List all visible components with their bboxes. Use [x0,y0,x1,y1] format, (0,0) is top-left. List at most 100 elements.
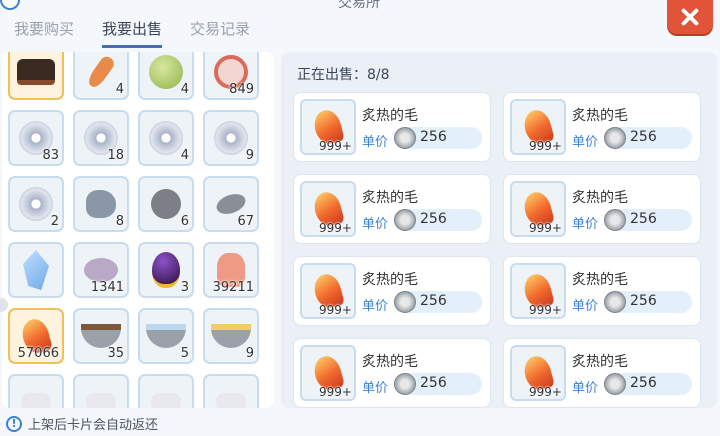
price-label: 单价 [362,381,389,396]
inventory-slot[interactable]: 83 [8,110,64,166]
inventory-slot[interactable]: 18 [73,110,129,166]
listing-count: 999+ [529,221,562,235]
inventory-slot[interactable] [203,374,259,408]
item-count: 5 [180,346,189,361]
inventory-slot[interactable] [8,242,64,298]
listing-name: 炙热的毛 [362,190,418,206]
item-count: 9 [245,346,254,361]
inventory-slot[interactable]: 6 [138,176,194,232]
notice-text: 上架后卡片会自动返还 [28,418,159,433]
tab-bar: 我要购买 我要出售 交易记录 [14,18,250,48]
listing-card[interactable]: 999+ 炙热的毛 单价 256 [293,338,491,408]
item-count: 57066 [17,346,59,361]
listing-count: 999+ [319,139,352,153]
misc-icon [151,393,181,408]
listing-name: 炙热的毛 [572,354,628,370]
egg-icon [152,252,180,288]
listing-name: 炙热的毛 [362,272,418,288]
inventory-slot[interactable]: 9 [203,110,259,166]
inventory-slot[interactable]: 35 [73,308,129,364]
price-label: 单价 [572,299,599,314]
listing-card[interactable]: 999+ 炙热的毛 单价 256 [503,92,701,162]
listing-card[interactable]: 999+ 炙热的毛 单价 256 [503,338,701,408]
inventory-slot[interactable]: 57066 [8,308,64,364]
inventory-slot[interactable]: 849 [203,52,259,100]
info-icon: ! [6,415,22,432]
listing-price: 256 [630,211,657,227]
selling-panel: 正在出售：8/8 999+ 炙热的毛 单价 256 999+ 炙热的毛 单价 256 999+ 炙… [281,52,717,408]
listing-price: 256 [630,375,657,391]
inventory-slot[interactable] [8,374,64,408]
item-count: 83 [42,148,59,163]
coin-icon [394,127,416,149]
selling-header: 正在出售：8/8 [297,67,390,83]
inventory-slot[interactable]: 5 [138,308,194,364]
listing-name: 炙热的毛 [572,272,628,288]
inventory-slot[interactable]: 4 [73,52,129,100]
inventory-slot[interactable]: 4 [138,110,194,166]
listing-count: 999+ [529,385,562,399]
item-count: 35 [107,346,124,361]
coin-icon [394,373,416,395]
price-label: 单价 [572,135,599,150]
item-count: 4 [180,82,189,97]
tab-sell[interactable]: 我要出售 [102,18,163,48]
carrot-icon [85,54,117,90]
listing-count: 999+ [319,221,352,235]
inventory-slot[interactable]: 2 [8,176,64,232]
inventory-slot[interactable]: 1341 [73,242,129,298]
listing-item-box: 999+ [510,181,566,237]
item-count: 1341 [90,280,124,295]
listing-count: 999+ [529,303,562,317]
coin-icon [604,209,626,231]
listing-card[interactable]: 999+ 炙热的毛 单价 256 [293,92,491,162]
listing-item-box: 999+ [300,181,356,237]
inventory-slot[interactable] [138,374,194,408]
listing-card[interactable]: 999+ 炙热的毛 单价 256 [503,174,701,244]
listing-price: 256 [630,129,657,145]
inventory-slot[interactable]: 8 [73,176,129,232]
inventory-slot[interactable]: 67 [203,176,259,232]
inventory-slot[interactable]: 4 [138,52,194,100]
inventory-slot[interactable] [8,52,64,100]
tab-buy[interactable]: 我要购买 [14,18,74,48]
listing-price: 256 [420,211,447,227]
listing-item-box: 999+ [300,345,356,401]
price-label: 单价 [362,299,389,314]
listing-count: 999+ [529,139,562,153]
title-bar: 交易所 [0,0,720,11]
inventory-slot[interactable]: 9 [203,308,259,364]
item-count: 6 [180,214,189,229]
disc-icon [214,121,248,155]
listing-item-box: 999+ [510,345,566,401]
notice-bar: ! 上架后卡片会自动返还 [6,414,158,433]
crystal-icon [23,250,49,290]
coin-icon [604,291,626,313]
item-count: 849 [229,82,254,97]
listing-card[interactable]: 999+ 炙热的毛 单价 256 [293,256,491,326]
rock-icon [86,190,116,218]
item-count: 39211 [212,280,254,295]
listing-card[interactable]: 999+ 炙热的毛 单价 256 [503,256,701,326]
info-icon[interactable] [0,0,20,10]
listing-item-box: 999+ [510,263,566,319]
close-button[interactable] [667,0,713,34]
tab-history[interactable]: 交易记录 [190,18,250,48]
misc-icon [86,393,116,408]
window-title: 交易所 [338,0,380,11]
listing-card[interactable]: 999+ 炙热的毛 单价 256 [293,174,491,244]
stone-ball-icon [151,189,181,219]
inventory-slot[interactable]: 3 [138,242,194,298]
listing-name: 炙热的毛 [362,108,418,124]
listing-price: 256 [420,129,447,145]
inventory-slot[interactable]: 39211 [203,242,259,298]
disc-icon [19,187,53,221]
item-count: 3 [180,280,189,295]
listing-count: 999+ [319,303,352,317]
bowl-icon [211,324,251,348]
misc-icon [216,393,246,408]
disc-icon [149,121,183,155]
bowl-icon [146,324,186,348]
inventory-slot[interactable] [73,374,129,408]
misc-icon [21,393,51,408]
